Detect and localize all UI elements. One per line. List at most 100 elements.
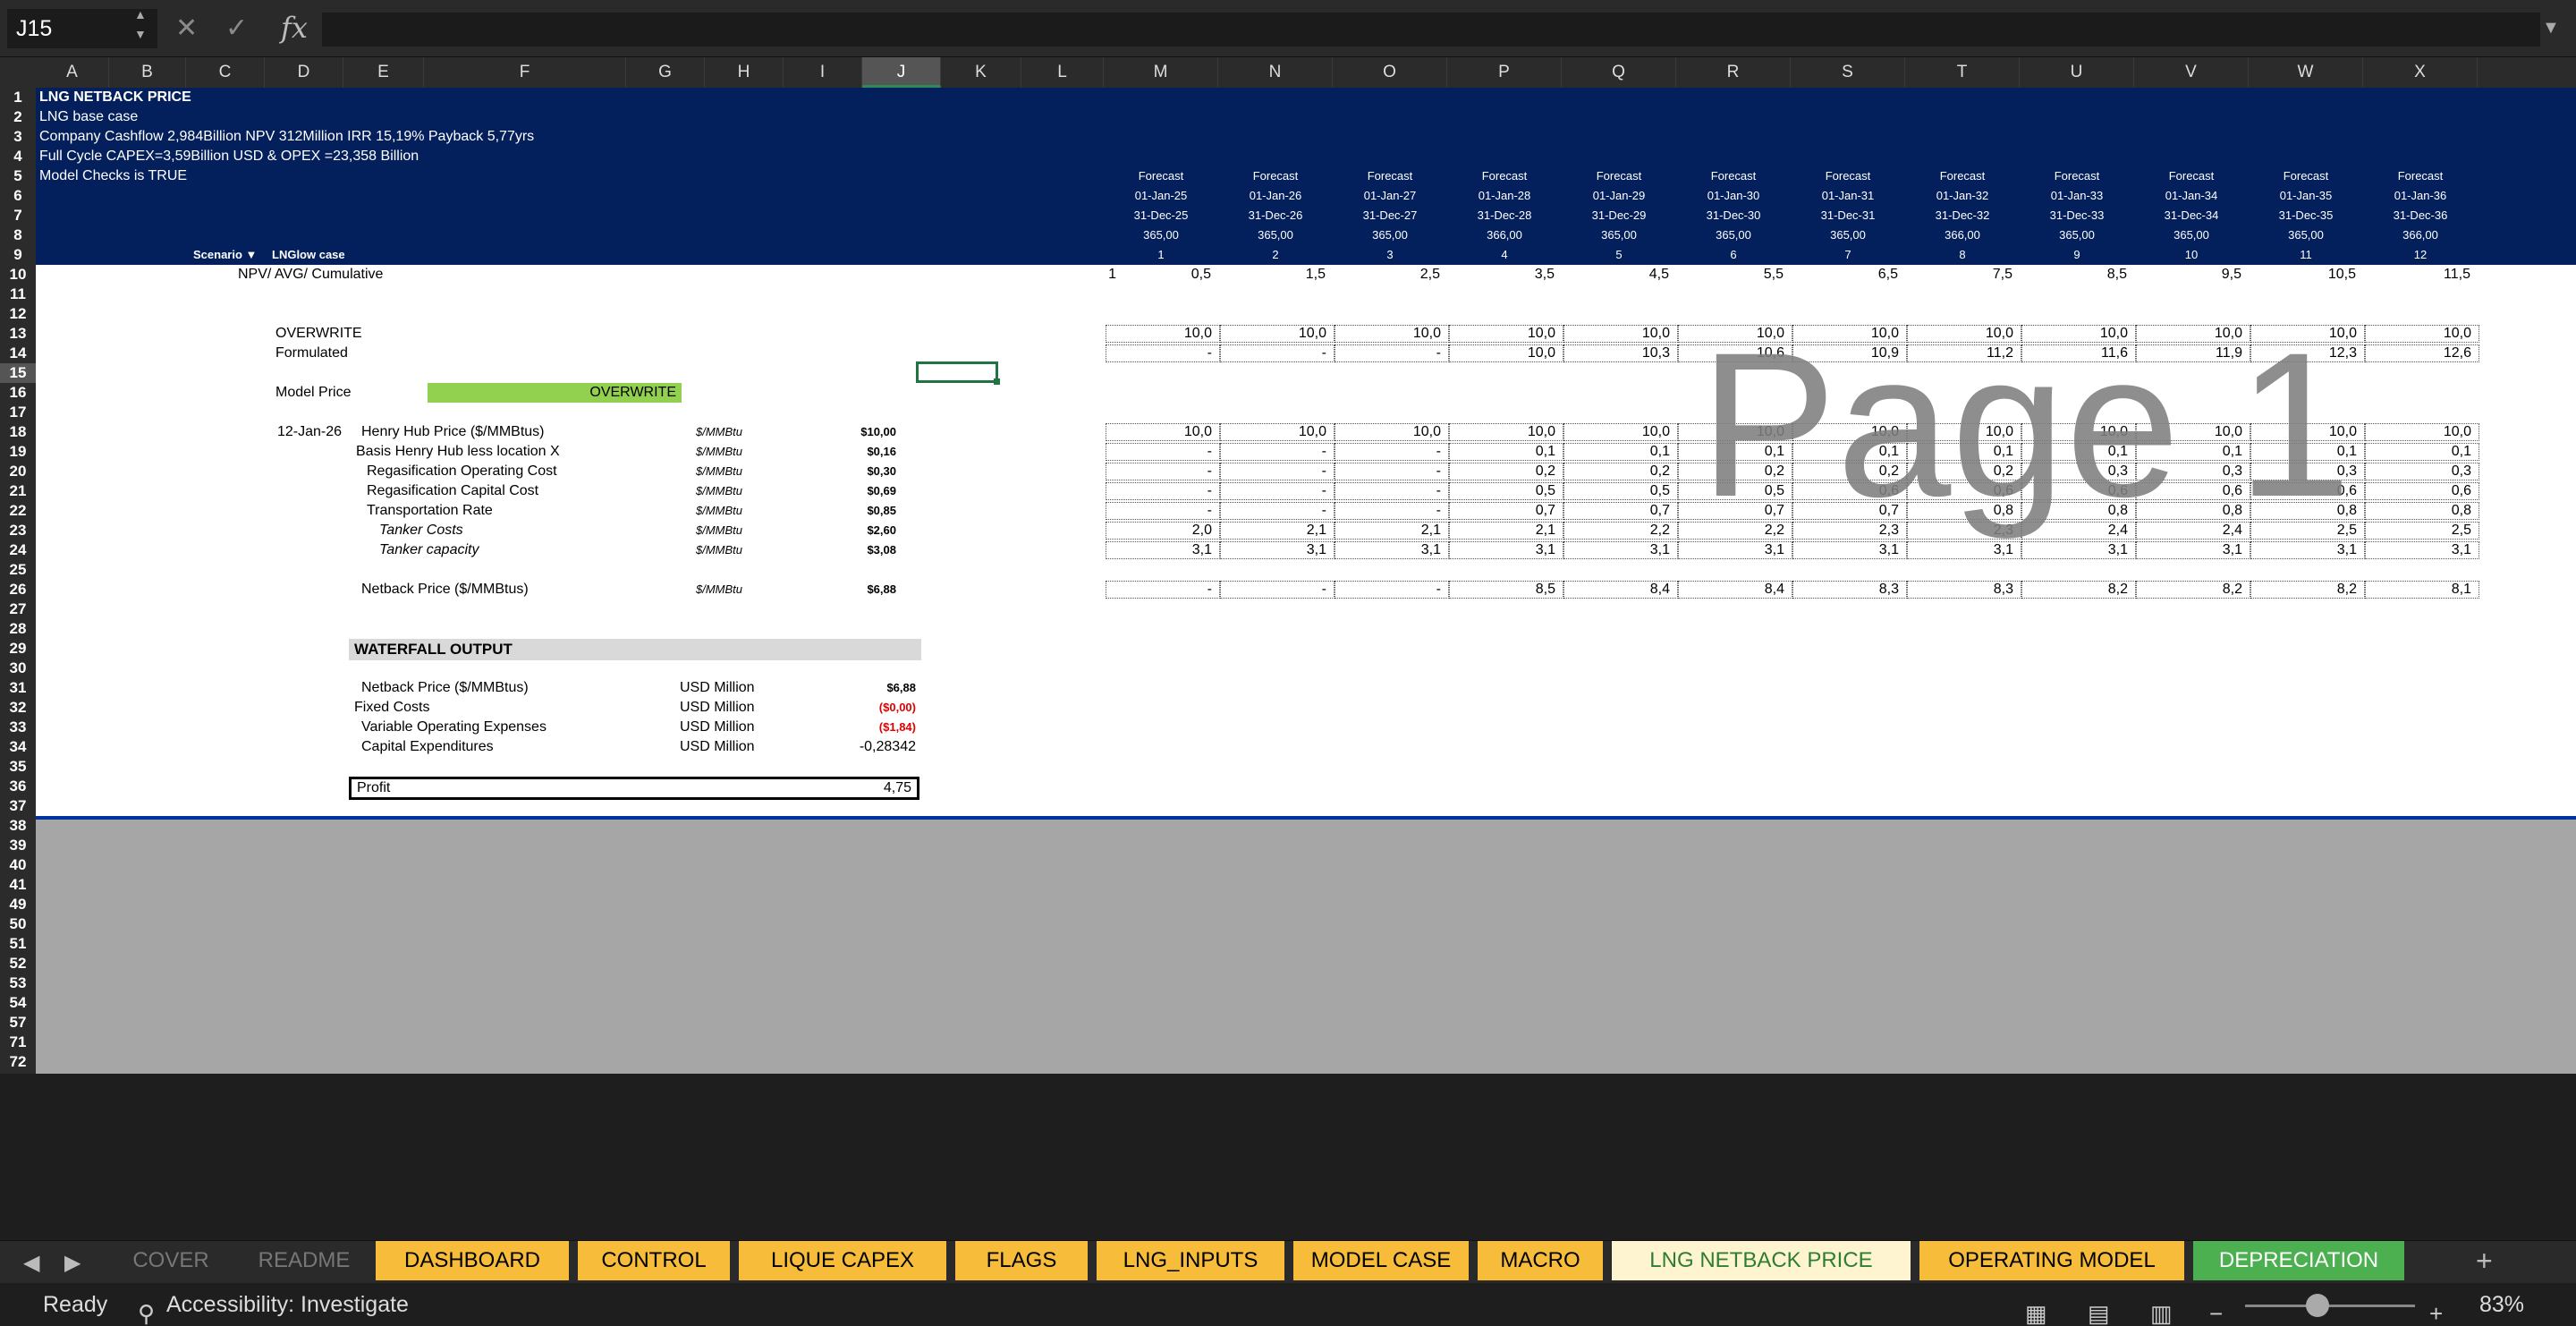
column-header-f[interactable]: F [424, 57, 626, 88]
zoom-slider[interactable] [2245, 1305, 2415, 1307]
row-header-51[interactable]: 51 [0, 934, 36, 954]
row-header-34[interactable]: 34 [0, 737, 36, 757]
row-header-54[interactable]: 54 [0, 993, 36, 1013]
overwrite-cell[interactable]: 10,0 [1220, 325, 1335, 343]
row-header-24[interactable]: 24 [0, 540, 36, 560]
column-header-n[interactable]: N [1218, 57, 1333, 88]
row-header-1[interactable]: 1 [0, 88, 36, 107]
row-header-30[interactable]: 30 [0, 659, 36, 678]
column-header-c[interactable]: C [186, 57, 265, 88]
row-header-9[interactable]: 9 [0, 245, 36, 265]
row-header-5[interactable]: 5 [0, 166, 36, 186]
row-header-23[interactable]: 23 [0, 521, 36, 540]
column-header-a[interactable]: A [36, 57, 109, 88]
row-header-17[interactable]: 17 [0, 403, 36, 422]
tab-readme[interactable]: README [242, 1241, 367, 1280]
tab-operating-model[interactable]: OPERATING MODEL [1919, 1241, 2184, 1280]
column-header-v[interactable]: V [2134, 57, 2249, 88]
row-header-11[interactable]: 11 [0, 285, 36, 304]
tab-flags[interactable]: FLAGS [955, 1241, 1088, 1280]
row-header-6[interactable]: 6 [0, 186, 36, 206]
zoom-out-icon[interactable]: − [2209, 1292, 2223, 1326]
overwrite-cell[interactable]: 10,0 [1335, 325, 1449, 343]
formula-input[interactable] [322, 13, 2540, 47]
row-header-10[interactable]: 10 [0, 265, 36, 285]
column-header-b[interactable]: B [109, 57, 186, 88]
row-header-21[interactable]: 21 [0, 481, 36, 501]
row-header-72[interactable]: 72 [0, 1052, 36, 1072]
row-header-25[interactable]: 25 [0, 560, 36, 580]
overwrite-cell[interactable]: 10,0 [1106, 325, 1220, 343]
tab-macro[interactable]: MACRO [1478, 1241, 1603, 1280]
tab-dashboard[interactable]: DASHBOARD [376, 1241, 569, 1280]
selected-cell-j15[interactable] [916, 361, 1000, 385]
row-header-18[interactable]: 18 [0, 422, 36, 442]
row-header-14[interactable]: 14 [0, 344, 36, 363]
filter-dropdown-icon[interactable]: ▼ [246, 248, 258, 261]
tab-model-case[interactable]: MODEL CASE [1293, 1241, 1469, 1280]
accessibility-status[interactable]: Accessibility: Investigate [166, 1283, 409, 1326]
confirm-check-icon[interactable]: ✓ [225, 11, 248, 47]
row-header-50[interactable]: 50 [0, 914, 36, 934]
row-header-2[interactable]: 2 [0, 107, 36, 127]
column-header-x[interactable]: X [2363, 57, 2478, 88]
row-header-33[interactable]: 33 [0, 718, 36, 737]
tab-control[interactable]: CONTROL [578, 1241, 730, 1280]
column-header-d[interactable]: D [265, 57, 343, 88]
accessibility-icon[interactable]: ⚲ [138, 1292, 155, 1326]
row-header-37[interactable]: 37 [0, 796, 36, 816]
row-header-4[interactable]: 4 [0, 147, 36, 166]
column-header-p[interactable]: P [1447, 57, 1562, 88]
row-header-15[interactable]: 15 [0, 363, 36, 383]
tab-next-icon[interactable]: ▶ [64, 1250, 80, 1276]
row-header-13[interactable]: 13 [0, 324, 36, 344]
row-header-16[interactable]: 16 [0, 383, 36, 403]
row-header-19[interactable]: 19 [0, 442, 36, 462]
column-header-j[interactable]: J [862, 57, 941, 88]
column-header-t[interactable]: T [1905, 57, 2020, 88]
row-header-32[interactable]: 32 [0, 698, 36, 718]
column-header-q[interactable]: Q [1562, 57, 1676, 88]
name-box-down-icon[interactable]: ▼ [134, 27, 147, 41]
column-header-i[interactable]: I [784, 57, 862, 88]
row-header-35[interactable]: 35 [0, 757, 36, 777]
column-header-u[interactable]: U [2020, 57, 2134, 88]
column-header-k[interactable]: K [941, 57, 1021, 88]
row-header-12[interactable]: 12 [0, 304, 36, 324]
zoom-slider-handle[interactable] [2306, 1294, 2329, 1317]
normal-view-icon[interactable]: ▦ [2025, 1292, 2047, 1326]
row-header-31[interactable]: 31 [0, 678, 36, 698]
column-header-e[interactable]: E [343, 57, 424, 88]
tab-depreciation[interactable]: DEPRECIATION [2193, 1241, 2404, 1280]
insert-function-fx-icon[interactable]: fx [281, 11, 308, 45]
tab-lng-netback-price[interactable]: LNG NETBACK PRICE [1612, 1241, 1911, 1280]
row-header-22[interactable]: 22 [0, 501, 36, 521]
tab-cover[interactable]: COVER [109, 1241, 233, 1280]
row-header-29[interactable]: 29 [0, 639, 36, 659]
overwrite-cell[interactable]: 10,0 [1563, 325, 1678, 343]
column-header-m[interactable]: M [1104, 57, 1218, 88]
tab-lng-inputs[interactable]: LNG_INPUTS [1097, 1241, 1284, 1280]
row-header-40[interactable]: 40 [0, 855, 36, 875]
cancel-x-icon[interactable]: ✕ [175, 11, 198, 47]
row-header-36[interactable]: 36 [0, 777, 36, 796]
column-header-w[interactable]: W [2249, 57, 2363, 88]
row-header-52[interactable]: 52 [0, 954, 36, 973]
sheet-grid[interactable]: LNG NETBACK PRICE LNG base case Company … [36, 88, 2576, 1074]
row-header-57[interactable]: 57 [0, 1013, 36, 1033]
row-header-28[interactable]: 28 [0, 619, 36, 639]
zoom-in-icon[interactable]: + [2429, 1292, 2443, 1326]
column-header-l[interactable]: L [1021, 57, 1104, 88]
tab-prev-icon[interactable]: ◀ [23, 1250, 39, 1276]
formula-expand-chevron-down-icon[interactable]: ▼ [2542, 18, 2560, 38]
column-header-h[interactable]: H [705, 57, 784, 88]
tab-lique-capex[interactable]: LIQUE CAPEX [739, 1241, 946, 1280]
row-header-49[interactable]: 49 [0, 895, 36, 914]
column-header-r[interactable]: R [1676, 57, 1791, 88]
page-break-view-icon[interactable]: ▥ [2150, 1292, 2173, 1326]
row-header-71[interactable]: 71 [0, 1033, 36, 1052]
column-header-o[interactable]: O [1333, 57, 1447, 88]
row-header-20[interactable]: 20 [0, 462, 36, 481]
add-sheet-plus-icon[interactable]: + [2476, 1245, 2493, 1278]
overwrite-cell[interactable]: 10,0 [1449, 325, 1563, 343]
